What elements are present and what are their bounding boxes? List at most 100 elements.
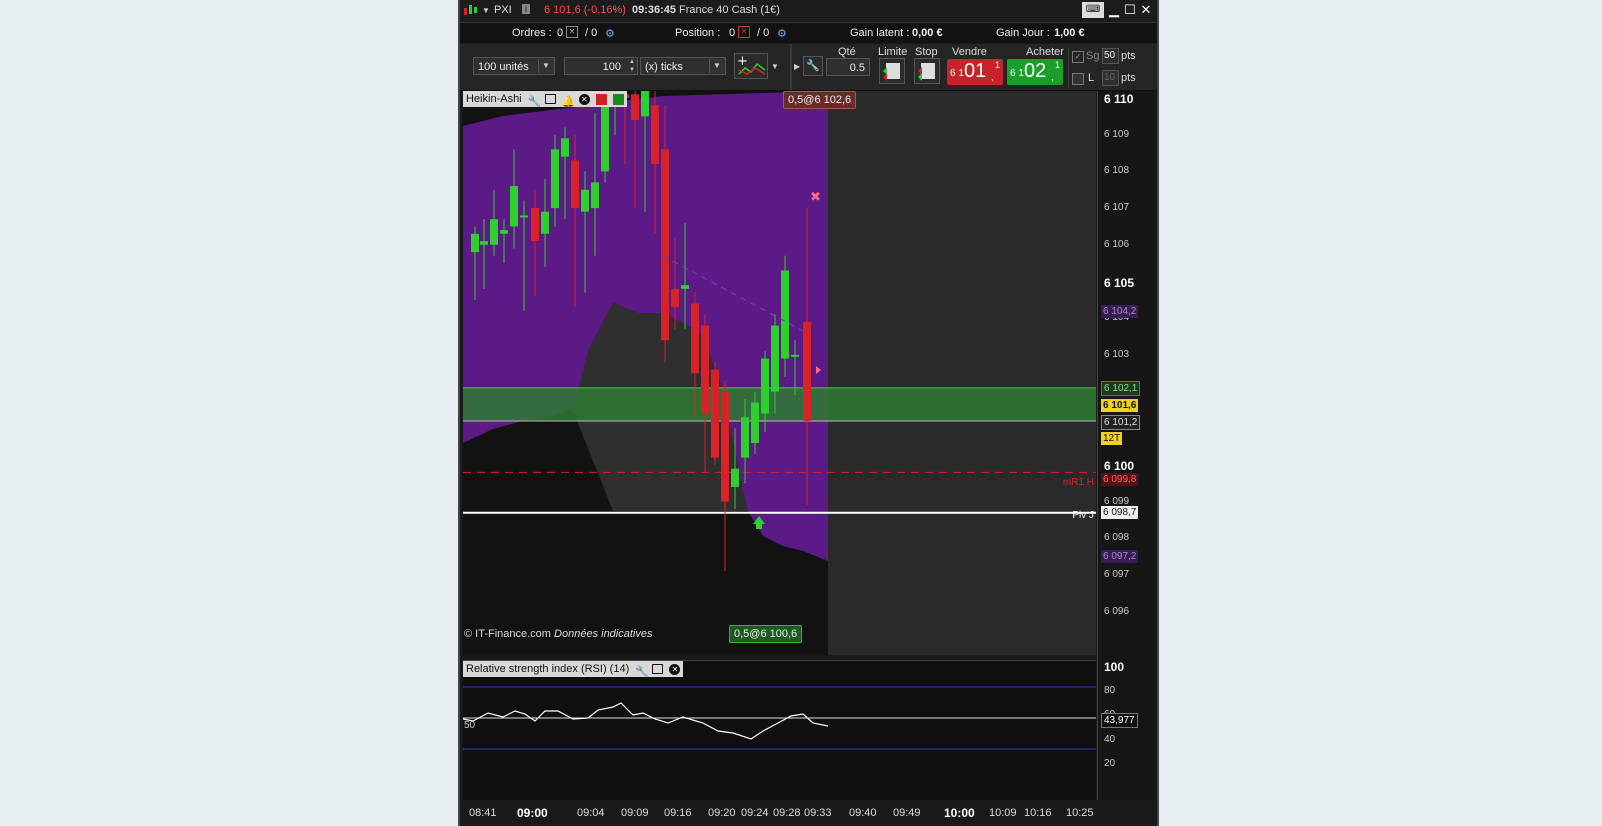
price-tick-label: 6 105 xyxy=(1104,275,1135,290)
time-axis[interactable]: 08:41 09:00 09:04 09:09 09:16 09:20 09:24 09:28… xyxy=(460,800,1157,826)
candle-body xyxy=(561,138,569,157)
price-box-last: 6 101,6 xyxy=(1101,399,1139,412)
limit-order-button[interactable] xyxy=(879,58,905,84)
order-tag-top[interactable]: 0,5@6 102,6 xyxy=(783,91,857,109)
gain-jour-value: 1,00 € xyxy=(1054,27,1085,39)
remove-icon[interactable]: ✕ xyxy=(578,93,590,105)
l-checkbox[interactable] xyxy=(1072,73,1084,85)
candle-body xyxy=(480,241,488,245)
window-icon[interactable] xyxy=(544,94,556,105)
price-tick-label: 6 096 xyxy=(1104,605,1130,617)
expand-arrow-icon[interactable]: ▶ xyxy=(794,62,800,71)
rsi-current-value: 43,977 xyxy=(1101,713,1138,728)
indicator-dropdown-icon[interactable]: ▼ xyxy=(771,62,779,71)
l-input[interactable]: 10 xyxy=(1102,70,1119,86)
price-axis[interactable]: 6 1106 1096 1086 1076 1066 1056 1046 103… xyxy=(1097,91,1156,800)
orders-gear-icon[interactable]: ⚙ xyxy=(605,27,615,40)
rsi-canvas xyxy=(463,686,1096,750)
sell-button[interactable]: 6 1 01 , 1 xyxy=(947,59,1003,85)
remove-icon[interactable]: ✕ xyxy=(669,663,681,675)
stepper-arrows-icon[interactable]: ▲ ▼ xyxy=(629,58,635,74)
candle-body xyxy=(490,219,498,245)
keyboard-icon[interactable]: ⌨ xyxy=(1082,2,1104,18)
orders-label: Ordres : xyxy=(512,27,552,39)
order-up-icon[interactable] xyxy=(613,93,625,105)
candle-body xyxy=(701,325,709,414)
stop-order-button[interactable] xyxy=(914,58,940,84)
price-tick-label: 6 108 xyxy=(1104,165,1130,177)
price-zone xyxy=(463,387,1096,421)
units-select[interactable]: 100 unités ▼ xyxy=(473,57,555,75)
position-close-icon[interactable]: ✕ xyxy=(738,26,750,38)
rsi-header: Relative strength index (RSI) (14) 🔧 ✕ xyxy=(463,661,684,678)
candle-body xyxy=(681,285,689,289)
minimize-icon[interactable]: ▁ xyxy=(1106,2,1122,18)
price-change: 6 101,6 (-0,16%) xyxy=(544,4,626,16)
copyright-text: © IT-Finance.com xyxy=(464,628,551,640)
candle-body xyxy=(631,94,639,121)
time-tick-label: 08:41 xyxy=(469,807,497,819)
add-indicator-button[interactable]: + xyxy=(734,53,768,79)
window-icon[interactable] xyxy=(652,664,664,675)
candle-body xyxy=(541,211,549,234)
buy-button[interactable]: 6 1 02 , 1 xyxy=(1007,59,1063,85)
price-chart[interactable]: ✖ Heikin-Ashi 🔧 🔔 ✕ 0,5@6 102,6 0,5@6 10… xyxy=(463,91,1096,655)
stop-order-icon xyxy=(918,63,935,81)
candle-body xyxy=(471,233,479,253)
chevron-down-icon[interactable]: ▼ xyxy=(709,59,724,73)
price-box-pivot: 6 098,7 xyxy=(1101,506,1139,519)
rsi-line xyxy=(463,702,829,740)
price-tick-label: 6 100 xyxy=(1104,459,1135,473)
orders-cancel-icon[interactable]: ✕ xyxy=(566,26,578,38)
position-count: 0 xyxy=(729,27,736,39)
time-tick-label: 09:33 xyxy=(804,807,832,819)
time-tick-label: 09:09 xyxy=(621,807,649,819)
candle-body xyxy=(581,189,589,212)
sg-input[interactable]: 50 xyxy=(1102,48,1119,64)
app-label: PXI xyxy=(494,4,512,16)
future-area xyxy=(828,91,1096,655)
candle-body xyxy=(671,288,679,308)
sell-price-sep: , xyxy=(991,72,994,82)
rsi-tick-label: 20 xyxy=(1104,758,1116,769)
pivot-label: Piv J xyxy=(1072,510,1094,521)
close-icon[interactable]: ✕ xyxy=(1138,2,1154,18)
menu-dropdown-icon[interactable]: ▼ xyxy=(482,6,490,15)
time-tick-label: 09:28 xyxy=(773,807,801,819)
bell-icon[interactable]: 🔔 xyxy=(562,94,576,108)
sg-label: Sg xyxy=(1086,50,1100,62)
step-input-value: 100 xyxy=(602,61,621,73)
maximize-icon[interactable]: ☐ xyxy=(1122,2,1138,18)
time-tick-label: 10:09 xyxy=(989,807,1017,819)
price-tick-label: 6 110 xyxy=(1104,92,1134,106)
sg-checkbox[interactable]: ✓ xyxy=(1072,51,1084,63)
wrench-icon[interactable]: 🔧 xyxy=(635,664,649,678)
info-icon[interactable]: i xyxy=(522,4,530,14)
ticks-select[interactable]: (x) ticks ▼ xyxy=(640,57,726,75)
qty-input[interactable]: 0.5 xyxy=(826,58,870,76)
wrench-icon[interactable]: 🔧 xyxy=(803,56,823,76)
step-input[interactable]: 100 ▲ ▼ xyxy=(564,57,638,75)
l-label: L xyxy=(1088,72,1095,84)
stop-label: Stop xyxy=(915,46,938,58)
candle-body xyxy=(651,105,659,165)
price-tick-label: 6 098 xyxy=(1104,532,1130,544)
sell-label: Vendre xyxy=(952,46,987,58)
candle-body xyxy=(551,149,559,209)
chevron-down-icon[interactable]: ▼ xyxy=(538,59,553,73)
ticks-select-value: (x) ticks xyxy=(645,61,683,73)
candle-body xyxy=(500,230,508,234)
rsi-name: Relative strength index (RSI) (14) xyxy=(466,663,630,675)
order-tag-bottom[interactable]: 0,5@6 100,6 xyxy=(729,625,803,643)
time-tick-label: 09:49 xyxy=(893,807,921,819)
wrench-icon[interactable]: 🔧 xyxy=(528,94,542,108)
l-pts-label: pts xyxy=(1121,72,1136,84)
order-down-icon[interactable] xyxy=(595,93,607,105)
time-tick-label: 09:00 xyxy=(517,806,548,820)
candle-body xyxy=(711,369,719,458)
buy-price-main: 02 xyxy=(1024,60,1047,82)
rsi-panel[interactable]: Relative strength index (RSI) (14) 🔧 ✕ 5… xyxy=(463,660,1096,801)
candle-body xyxy=(531,208,539,242)
position-gear-icon[interactable]: ⚙ xyxy=(777,27,787,40)
buy-price-prefix: 6 1 xyxy=(1010,68,1024,79)
